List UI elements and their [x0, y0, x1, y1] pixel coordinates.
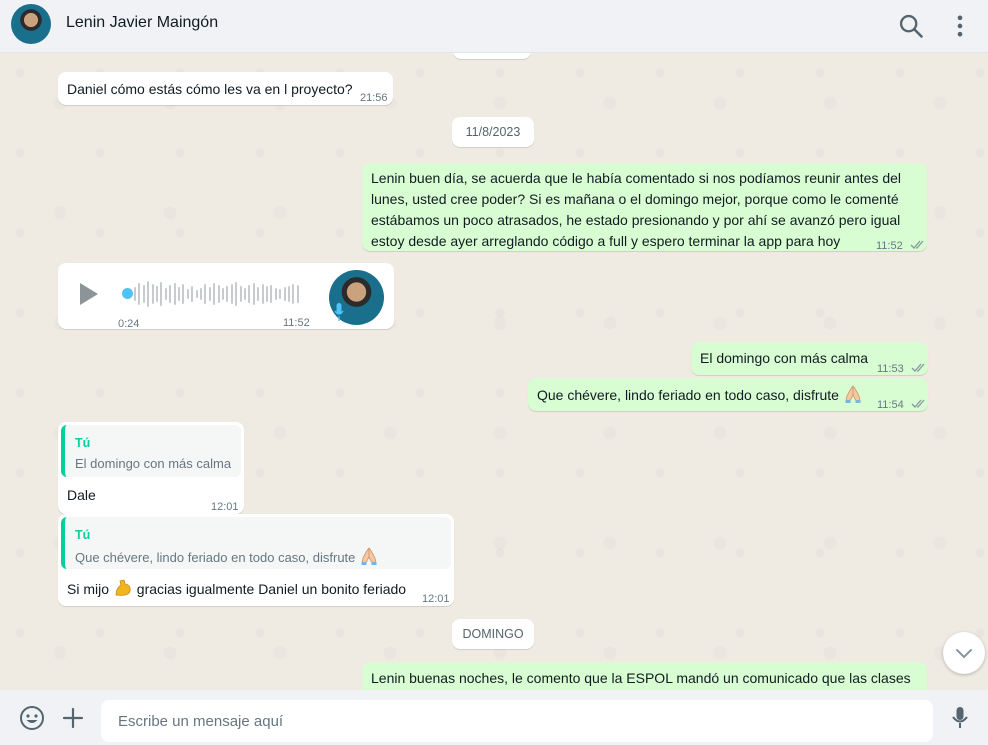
message-text: Si mijo gracias igualmente Daniel un bon…	[67, 578, 406, 599]
waveform-bar	[142, 285, 145, 303]
waveform-bar	[200, 288, 202, 300]
message-text: Lenin buenas noches, le comento que la E…	[371, 670, 911, 686]
folded-hands-emoji	[361, 547, 377, 565]
quoted-message[interactable]: Tú El domingo con más calma	[61, 425, 241, 477]
message-incoming-reply[interactable]: Tú Que chévere, lindo feriado en todo ca…	[58, 514, 454, 606]
waveform-bar	[182, 284, 185, 304]
quote-author: Tú	[75, 436, 91, 450]
waveform[interactable]	[134, 280, 304, 308]
waveform-bar	[169, 285, 172, 303]
contact-name[interactable]: Lenin Javier Maingón	[66, 14, 218, 32]
playback-thumb[interactable]	[122, 288, 133, 299]
microphone-icon	[334, 303, 344, 321]
waveform-bar	[208, 287, 211, 301]
read-ticks-icon	[910, 240, 924, 249]
message-text: Dale	[67, 487, 96, 503]
waveform-bar	[261, 284, 264, 304]
voice-message[interactable]: 0:24 11:52	[58, 263, 394, 330]
waveform-bar	[248, 285, 251, 303]
message-outgoing[interactable]: Lenin buenas noches, le comento que la E…	[362, 662, 927, 690]
waveform-bar	[252, 283, 255, 305]
play-icon[interactable]	[78, 282, 100, 306]
quote-text: El domingo con más calma	[75, 456, 232, 471]
message-time: 21:56	[360, 92, 388, 104]
message-text: Daniel cómo estás cómo les va en l proye…	[67, 81, 353, 97]
message-text: Lenin buen día, se acuerda que le había …	[371, 170, 902, 249]
waveform-bar	[244, 288, 246, 300]
waveform-bar	[195, 290, 198, 298]
waveform-bar	[134, 287, 136, 301]
contact-avatar[interactable]	[11, 4, 51, 44]
waveform-bar	[191, 286, 194, 302]
waveform-bar	[283, 287, 286, 301]
waveform-bar	[178, 287, 180, 301]
message-outgoing[interactable]: Lenin buen día, se acuerda que le había …	[362, 163, 927, 252]
folded-hands-emoji	[845, 385, 861, 403]
quoted-message[interactable]: Tú Que chévere, lindo feriado en todo ca…	[61, 517, 451, 569]
read-ticks-icon	[911, 399, 925, 408]
waveform-bar	[213, 283, 216, 305]
search-icon[interactable]	[897, 12, 925, 40]
message-text: Que chévere, lindo feriado en todo caso,…	[537, 384, 863, 405]
chevron-down-icon	[956, 649, 972, 659]
date-separator-partial	[453, 53, 531, 59]
waveform-bar	[138, 283, 141, 305]
waveform-bar	[222, 288, 224, 300]
smiley-icon[interactable]	[19, 705, 45, 731]
date-separator: DOMINGO	[452, 619, 534, 649]
waveform-bar	[147, 281, 150, 307]
message-outgoing[interactable]: Que chévere, lindo feriado en todo caso,…	[528, 378, 928, 411]
message-list[interactable]: Daniel cómo estás cómo les va en l proye…	[0, 53, 988, 690]
waveform-bar	[288, 286, 290, 302]
waveform-bar	[164, 288, 167, 300]
plus-icon[interactable]	[60, 705, 86, 731]
waveform-bar	[226, 286, 229, 302]
microphone-icon[interactable]	[947, 705, 973, 731]
waveform-bar	[217, 285, 220, 303]
waveform-bar	[160, 282, 163, 306]
waveform-bar	[156, 286, 158, 302]
chat-header: Lenin Javier Maingón	[0, 0, 988, 53]
waveform-bar	[274, 288, 277, 300]
scroll-to-bottom-button[interactable]	[943, 632, 985, 674]
waveform-bar	[151, 284, 154, 304]
message-time: 11:52	[283, 317, 310, 329]
message-incoming-reply[interactable]: Tú El domingo con más calma Dale 12:01	[58, 422, 244, 514]
kebab-menu-icon[interactable]	[946, 12, 974, 40]
waveform-bar	[204, 284, 207, 304]
message-meta: 11:53	[877, 357, 927, 379]
message-time: 12:01	[422, 593, 450, 605]
waveform-bar	[270, 285, 273, 303]
message-incoming[interactable]: Daniel cómo estás cómo les va en l proye…	[58, 72, 393, 105]
waveform-bar	[239, 286, 242, 302]
message-meta: 11:54	[877, 393, 927, 415]
waveform-bar	[230, 284, 233, 304]
message-input[interactable]	[101, 700, 933, 742]
read-ticks-icon	[911, 363, 925, 372]
date-separator: 11/8/2023	[452, 117, 534, 147]
waveform-bar	[266, 286, 268, 302]
waveform-bar	[296, 285, 299, 303]
waveform-bar	[292, 284, 295, 304]
voice-duration: 0:24	[118, 318, 140, 330]
waveform-bar	[279, 289, 282, 299]
message-outgoing[interactable]: El domingo con más calma 11:53	[691, 342, 928, 375]
waveform-bar	[235, 282, 238, 306]
flexed-biceps-emoji	[115, 579, 131, 596]
waveform-bar	[173, 283, 176, 305]
message-text: El domingo con más calma	[700, 350, 869, 366]
message-meta: 11:52	[876, 234, 926, 256]
waveform-bar	[186, 289, 189, 299]
quote-text: Que chévere, lindo feriado en todo caso,…	[75, 546, 379, 568]
waveform-bar	[257, 287, 260, 301]
quote-author: Tú	[75, 528, 91, 542]
compose-bar	[0, 690, 988, 745]
